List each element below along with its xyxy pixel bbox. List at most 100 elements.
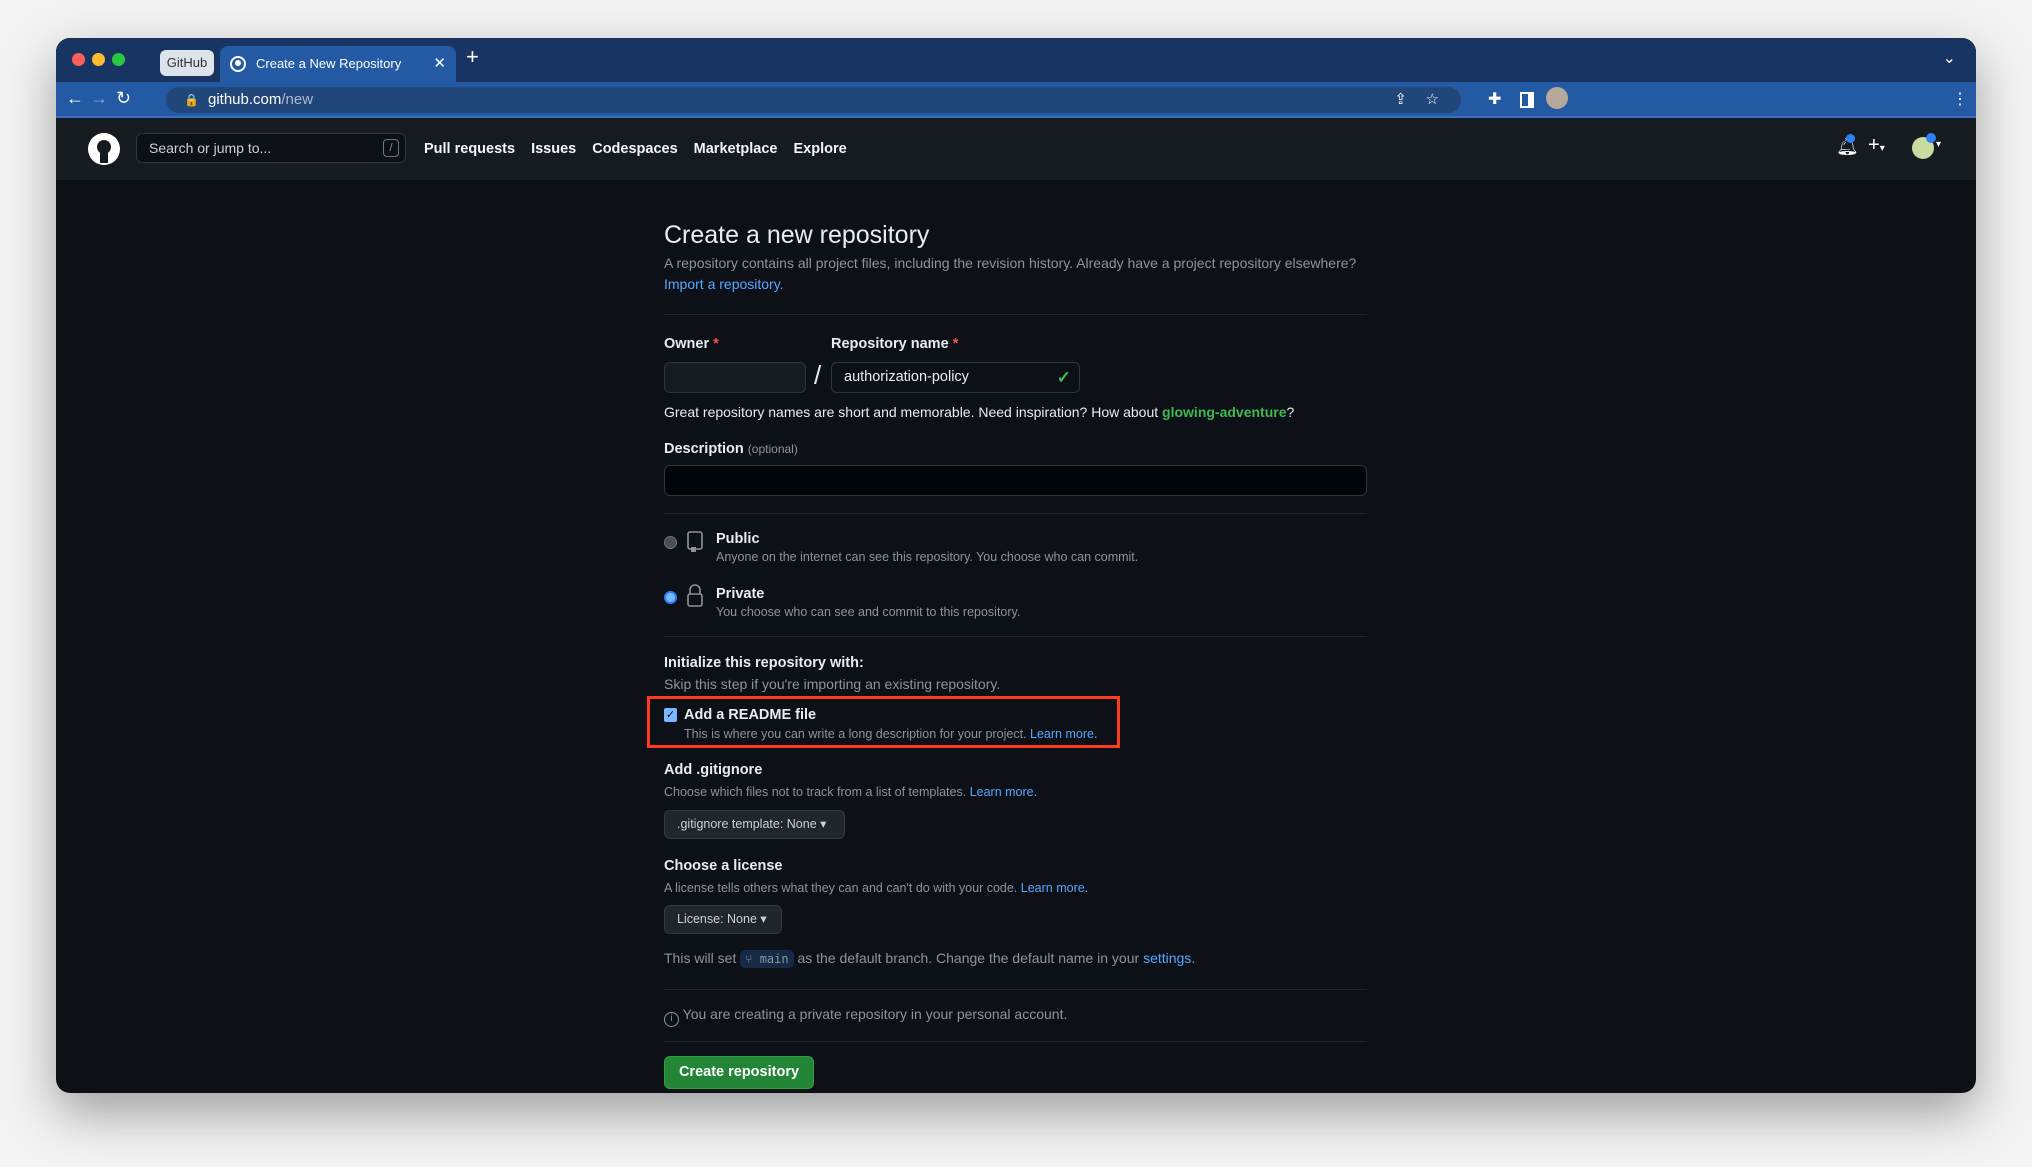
gitignore-button-label: .gitignore template: None	[677, 817, 817, 831]
tab-list-chevron-icon[interactable]: ⌄	[1943, 48, 1956, 68]
branch-badge: ⑂ main	[740, 950, 794, 968]
minimize-window-button[interactable]	[92, 53, 105, 66]
profile-avatar[interactable]	[1546, 87, 1568, 109]
branch-post: as the default branch. Change the defaul…	[797, 950, 1140, 966]
repo-label-text: Repository name	[831, 336, 949, 352]
nav-issues[interactable]: Issues	[531, 141, 576, 157]
gitignore-description: Choose which files not to track from a l…	[664, 785, 1037, 799]
required-mark: *	[713, 336, 719, 352]
gitignore-template-dropdown[interactable]: .gitignore template: None ▾	[664, 810, 845, 839]
repo-name-hint: Great repository names are short and mem…	[664, 404, 1294, 420]
readme-desc-text: This is where you can write a long descr…	[684, 727, 1027, 741]
description-input[interactable]	[664, 465, 1367, 496]
owner-label: Owner *	[664, 336, 719, 352]
page-intro: A repository contains all project files,…	[664, 253, 1367, 295]
search-placeholder: Search or jump to...	[149, 140, 272, 156]
optional-hint: (optional)	[747, 442, 798, 456]
side-panel-icon[interactable]	[1520, 92, 1534, 108]
public-description: Anyone on the internet can see this repo…	[716, 550, 1139, 564]
description-label-text: Description	[664, 441, 744, 457]
nav-pull-requests[interactable]: Pull requests	[424, 141, 515, 157]
readme-label: Add a README file	[684, 707, 817, 723]
tab-title: Create a New Repository	[256, 56, 402, 71]
browser-menu-icon[interactable]: ⋮	[1952, 89, 1968, 109]
page-title: Create a new repository	[664, 221, 930, 249]
private-description: You choose who can see and commit to thi…	[716, 605, 1021, 619]
forward-icon[interactable]: →	[90, 88, 108, 109]
user-avatar[interactable]: ▾	[1912, 133, 1941, 159]
public-label: Public	[716, 531, 760, 547]
branch-pre: This will set	[664, 950, 737, 966]
repo-name-input[interactable]: authorization-policy ✓	[831, 362, 1080, 393]
notifications-bell-icon[interactable]: 🔔︎	[1836, 134, 1859, 157]
create-new-dropdown-icon[interactable]: +▾	[1868, 134, 1885, 157]
suggested-name-link[interactable]: glowing-adventure	[1162, 404, 1286, 420]
slash-shortcut: /	[383, 139, 399, 157]
valid-check-icon: ✓	[1056, 368, 1071, 387]
git-branch-icon: ⑂	[745, 952, 753, 966]
gitignore-learn-more-link[interactable]: Learn more.	[970, 785, 1037, 799]
private-radio[interactable]	[664, 591, 677, 604]
owner-label-text: Owner	[664, 336, 710, 352]
address-bar-row: ← → ↻ 🔒 github.com/new ⇪ ☆ ✚ ⋮	[56, 82, 1976, 118]
license-learn-more-link[interactable]: Learn more.	[1021, 881, 1088, 895]
public-radio[interactable]	[664, 536, 677, 549]
share-icon[interactable]: ⇪	[1394, 87, 1407, 113]
readme-description: This is where you can write a long descr…	[684, 727, 1097, 741]
search-input[interactable]: Search or jump to... /	[136, 133, 406, 163]
gitignore-desc-text: Choose which files not to track from a l…	[664, 785, 967, 799]
new-tab-button[interactable]: +	[466, 44, 479, 70]
nav-explore[interactable]: Explore	[793, 141, 846, 157]
hint-end: ?	[1286, 404, 1295, 420]
license-button-label: License: None	[677, 912, 757, 926]
owner-select[interactable]	[664, 362, 806, 393]
pinned-tab[interactable]: GitHub	[160, 50, 214, 76]
extensions-icon[interactable]: ✚	[1488, 89, 1501, 109]
info-text: You are creating a private repository in…	[682, 1006, 1068, 1022]
gitignore-title: Add .gitignore	[664, 762, 763, 778]
license-description: A license tells others what they can and…	[664, 881, 1088, 895]
back-icon[interactable]: ←	[66, 88, 84, 109]
private-info-note: i You are creating a private repository …	[664, 1006, 1067, 1027]
divider	[664, 314, 1367, 315]
reload-icon[interactable]: ↻	[116, 88, 131, 109]
info-icon: i	[664, 1012, 679, 1027]
divider	[664, 513, 1367, 514]
maximize-window-button[interactable]	[112, 53, 125, 66]
nav-marketplace[interactable]: Marketplace	[694, 141, 778, 157]
bookmark-star-icon[interactable]: ☆	[1426, 87, 1439, 113]
init-description: Skip this step if you're importing an ex…	[664, 676, 1001, 692]
create-repository-button[interactable]: Create repository	[664, 1056, 814, 1089]
close-window-button[interactable]	[72, 53, 85, 66]
branch-end: .	[1191, 950, 1196, 966]
license-title: Choose a license	[664, 858, 783, 874]
caret-down-icon: ▾	[820, 817, 827, 831]
caret-down-icon: ▾	[760, 912, 767, 926]
github-logo-icon[interactable]	[87, 132, 121, 166]
close-tab-icon[interactable]: ✕	[433, 46, 446, 82]
import-repository-link[interactable]: Import a repository.	[664, 276, 784, 292]
repo-name-value: authorization-policy	[844, 369, 969, 385]
readme-checkbox[interactable]: ✓	[664, 708, 677, 722]
intro-text: A repository contains all project files,…	[664, 255, 1357, 271]
default-branch-note: This will set ⑂ main as the default bran…	[664, 950, 1196, 968]
settings-link[interactable]: settings	[1143, 950, 1191, 966]
tab-bar: GitHub Create a New Repository ✕ + ⌄	[56, 38, 1976, 82]
url-field[interactable]: 🔒 github.com/new ⇪ ☆	[166, 87, 1461, 113]
readme-learn-more-link[interactable]: Learn more.	[1030, 727, 1097, 741]
owner-repo-separator: /	[814, 360, 822, 390]
lock-icon: 🔒	[184, 93, 199, 107]
nav-codespaces[interactable]: Codespaces	[592, 141, 677, 157]
github-header: Search or jump to... / Pull requests Issu…	[56, 118, 1976, 180]
divider	[664, 1041, 1367, 1042]
github-icon	[230, 56, 246, 72]
url-host: github.com	[208, 91, 282, 108]
license-dropdown[interactable]: License: None ▾	[664, 905, 782, 934]
hint-text: Great repository names are short and mem…	[664, 404, 1159, 420]
active-tab[interactable]: Create a New Repository ✕	[220, 46, 456, 82]
init-title: Initialize this repository with:	[664, 655, 864, 671]
repo-name-label: Repository name *	[831, 336, 958, 352]
license-desc-text: A license tells others what they can and…	[664, 881, 1018, 895]
lock-icon	[687, 584, 703, 607]
url-path: /new	[281, 91, 314, 108]
